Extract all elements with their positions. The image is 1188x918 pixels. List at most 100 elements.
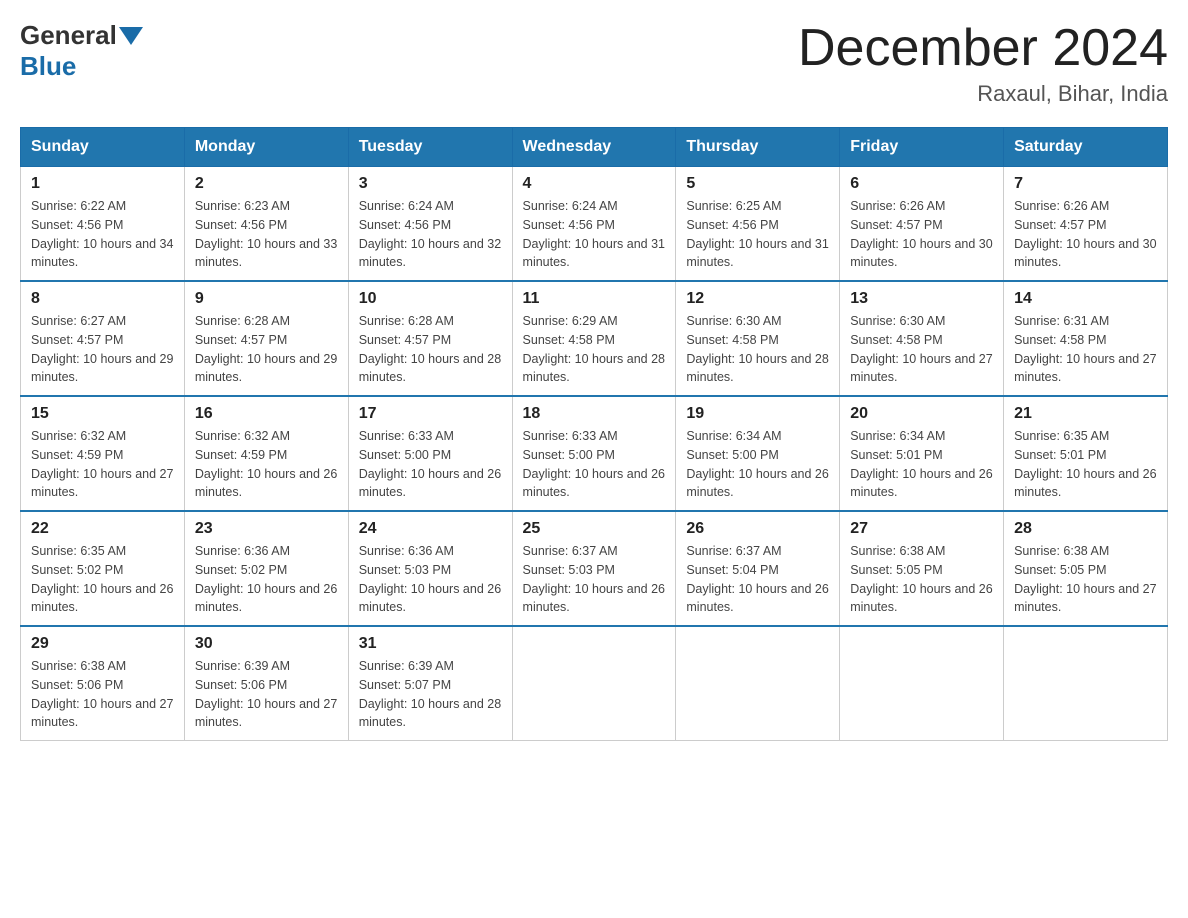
calendar-week-row: 22 Sunrise: 6:35 AMSunset: 5:02 PMDayligh…	[21, 511, 1168, 626]
calendar-cell: 12 Sunrise: 6:30 AMSunset: 4:58 PMDayligh…	[676, 281, 840, 396]
calendar-header-saturday: Saturday	[1004, 128, 1168, 167]
calendar-cell: 13 Sunrise: 6:30 AMSunset: 4:58 PMDayligh…	[840, 281, 1004, 396]
day-number: 13	[850, 290, 993, 308]
calendar-cell: 2Sunrise: 6:23 AMSunset: 4:56 PMDaylight…	[184, 167, 348, 282]
day-number: 11	[523, 290, 666, 308]
day-info: Sunrise: 6:37 AMSunset: 5:03 PMDaylight:…	[523, 542, 666, 617]
calendar-cell	[1004, 626, 1168, 741]
calendar-table: SundayMondayTuesdayWednesdayThursdayFrid…	[20, 127, 1168, 741]
day-number: 18	[523, 405, 666, 423]
calendar-cell: 21 Sunrise: 6:35 AMSunset: 5:01 PMDayligh…	[1004, 396, 1168, 511]
calendar-cell: 3 Sunrise: 6:24 AMSunset: 4:56 PMDaylight…	[348, 167, 512, 282]
day-info: Sunrise: 6:35 AMSunset: 5:02 PMDaylight:…	[31, 542, 174, 617]
day-number: 7	[1014, 175, 1157, 193]
day-number: 9	[195, 290, 338, 308]
day-info: Sunrise: 6:22 AMSunset: 4:56 PMDaylight:…	[31, 197, 174, 272]
day-info: Sunrise: 6:32 AMSunset: 4:59 PMDaylight:…	[195, 427, 338, 502]
calendar-cell: 29Sunrise: 6:38 AMSunset: 5:06 PMDayligh…	[21, 626, 185, 741]
day-info: Sunrise: 6:33 AMSunset: 5:00 PMDaylight:…	[523, 427, 666, 502]
calendar-cell: 19 Sunrise: 6:34 AMSunset: 5:00 PMDayligh…	[676, 396, 840, 511]
day-number: 20	[850, 405, 993, 423]
day-info: Sunrise: 6:35 AMSunset: 5:01 PMDaylight:…	[1014, 427, 1157, 502]
calendar-week-row: 1Sunrise: 6:22 AMSunset: 4:56 PMDaylight…	[21, 167, 1168, 282]
day-number: 3	[359, 175, 502, 193]
calendar-cell: 23Sunrise: 6:36 AMSunset: 5:02 PMDayligh…	[184, 511, 348, 626]
page-header: General Blue December 2024 Raxaul, Bihar…	[20, 20, 1168, 107]
calendar-week-row: 8 Sunrise: 6:27 AMSunset: 4:57 PMDaylight…	[21, 281, 1168, 396]
calendar-header-tuesday: Tuesday	[348, 128, 512, 167]
calendar-cell: 1Sunrise: 6:22 AMSunset: 4:56 PMDaylight…	[21, 167, 185, 282]
day-info: Sunrise: 6:38 AMSunset: 5:05 PMDaylight:…	[850, 542, 993, 617]
day-info: Sunrise: 6:36 AMSunset: 5:03 PMDaylight:…	[359, 542, 502, 617]
logo: General Blue	[20, 20, 145, 82]
day-number: 24	[359, 520, 502, 538]
calendar-week-row: 29Sunrise: 6:38 AMSunset: 5:06 PMDayligh…	[21, 626, 1168, 741]
day-number: 31	[359, 635, 502, 653]
calendar-cell: 27 Sunrise: 6:38 AMSunset: 5:05 PMDayligh…	[840, 511, 1004, 626]
day-info: Sunrise: 6:34 AMSunset: 5:00 PMDaylight:…	[686, 427, 829, 502]
day-info: Sunrise: 6:29 AMSunset: 4:58 PMDaylight:…	[523, 312, 666, 387]
calendar-cell: 30 Sunrise: 6:39 AMSunset: 5:06 PMDayligh…	[184, 626, 348, 741]
day-number: 22	[31, 520, 174, 538]
day-info: Sunrise: 6:27 AMSunset: 4:57 PMDaylight:…	[31, 312, 174, 387]
calendar-header-wednesday: Wednesday	[512, 128, 676, 167]
calendar-header-thursday: Thursday	[676, 128, 840, 167]
calendar-cell: 7Sunrise: 6:26 AMSunset: 4:57 PMDaylight…	[1004, 167, 1168, 282]
day-number: 8	[31, 290, 174, 308]
month-title: December 2024	[798, 20, 1168, 77]
day-info: Sunrise: 6:30 AMSunset: 4:58 PMDaylight:…	[850, 312, 993, 387]
day-number: 15	[31, 405, 174, 423]
calendar-header-row: SundayMondayTuesdayWednesdayThursdayFrid…	[21, 128, 1168, 167]
day-info: Sunrise: 6:25 AMSunset: 4:56 PMDaylight:…	[686, 197, 829, 272]
title-block: December 2024 Raxaul, Bihar, India	[798, 20, 1168, 107]
day-info: Sunrise: 6:37 AMSunset: 5:04 PMDaylight:…	[686, 542, 829, 617]
day-number: 4	[523, 175, 666, 193]
day-number: 28	[1014, 520, 1157, 538]
day-info: Sunrise: 6:30 AMSunset: 4:58 PMDaylight:…	[686, 312, 829, 387]
logo-arrow-icon	[119, 27, 143, 45]
day-number: 19	[686, 405, 829, 423]
logo-blue-text: Blue	[20, 51, 76, 82]
calendar-cell: 15 Sunrise: 6:32 AMSunset: 4:59 PMDayligh…	[21, 396, 185, 511]
calendar-cell: 17 Sunrise: 6:33 AMSunset: 5:00 PMDayligh…	[348, 396, 512, 511]
day-info: Sunrise: 6:33 AMSunset: 5:00 PMDaylight:…	[359, 427, 502, 502]
calendar-cell: 4 Sunrise: 6:24 AMSunset: 4:56 PMDaylight…	[512, 167, 676, 282]
calendar-header-friday: Friday	[840, 128, 1004, 167]
day-number: 30	[195, 635, 338, 653]
day-number: 27	[850, 520, 993, 538]
day-number: 10	[359, 290, 502, 308]
logo-general-text: General	[20, 20, 117, 51]
calendar-cell: 6Sunrise: 6:26 AMSunset: 4:57 PMDaylight…	[840, 167, 1004, 282]
day-number: 12	[686, 290, 829, 308]
calendar-cell: 11 Sunrise: 6:29 AMSunset: 4:58 PMDayligh…	[512, 281, 676, 396]
calendar-cell: 22 Sunrise: 6:35 AMSunset: 5:02 PMDayligh…	[21, 511, 185, 626]
day-info: Sunrise: 6:39 AMSunset: 5:06 PMDaylight:…	[195, 657, 338, 732]
day-number: 2	[195, 175, 338, 193]
day-number: 5	[686, 175, 829, 193]
day-number: 14	[1014, 290, 1157, 308]
day-info: Sunrise: 6:24 AMSunset: 4:56 PMDaylight:…	[359, 197, 502, 272]
day-info: Sunrise: 6:31 AMSunset: 4:58 PMDaylight:…	[1014, 312, 1157, 387]
day-info: Sunrise: 6:39 AMSunset: 5:07 PMDaylight:…	[359, 657, 502, 732]
calendar-cell	[512, 626, 676, 741]
calendar-header-monday: Monday	[184, 128, 348, 167]
calendar-cell: 9Sunrise: 6:28 AMSunset: 4:57 PMDaylight…	[184, 281, 348, 396]
day-info: Sunrise: 6:28 AMSunset: 4:57 PMDaylight:…	[359, 312, 502, 387]
day-number: 25	[523, 520, 666, 538]
day-info: Sunrise: 6:34 AMSunset: 5:01 PMDaylight:…	[850, 427, 993, 502]
calendar-cell: 24 Sunrise: 6:36 AMSunset: 5:03 PMDayligh…	[348, 511, 512, 626]
calendar-cell: 8 Sunrise: 6:27 AMSunset: 4:57 PMDaylight…	[21, 281, 185, 396]
calendar-cell: 25 Sunrise: 6:37 AMSunset: 5:03 PMDayligh…	[512, 511, 676, 626]
day-number: 17	[359, 405, 502, 423]
calendar-cell: 14 Sunrise: 6:31 AMSunset: 4:58 PMDayligh…	[1004, 281, 1168, 396]
day-info: Sunrise: 6:32 AMSunset: 4:59 PMDaylight:…	[31, 427, 174, 502]
calendar-cell: 26 Sunrise: 6:37 AMSunset: 5:04 PMDayligh…	[676, 511, 840, 626]
calendar-cell: 10 Sunrise: 6:28 AMSunset: 4:57 PMDayligh…	[348, 281, 512, 396]
day-number: 21	[1014, 405, 1157, 423]
day-number: 26	[686, 520, 829, 538]
day-info: Sunrise: 6:24 AMSunset: 4:56 PMDaylight:…	[523, 197, 666, 272]
calendar-cell: 31 Sunrise: 6:39 AMSunset: 5:07 PMDayligh…	[348, 626, 512, 741]
calendar-cell: 5 Sunrise: 6:25 AMSunset: 4:56 PMDaylight…	[676, 167, 840, 282]
calendar-cell: 20 Sunrise: 6:34 AMSunset: 5:01 PMDayligh…	[840, 396, 1004, 511]
calendar-cell: 16Sunrise: 6:32 AMSunset: 4:59 PMDayligh…	[184, 396, 348, 511]
